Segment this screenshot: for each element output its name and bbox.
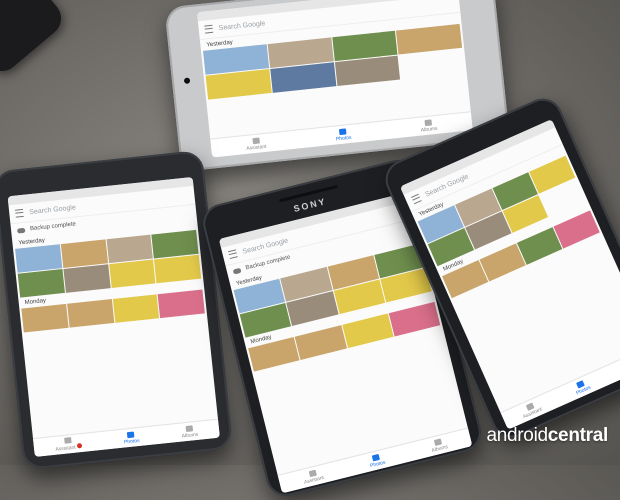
- brand-logo: SONY: [292, 196, 328, 214]
- nav-albums[interactable]: Albums: [181, 424, 199, 439]
- notification-badge: [76, 443, 83, 449]
- photo-thumbnail[interactable]: [157, 289, 205, 319]
- photo-thumbnail[interactable]: [15, 244, 63, 273]
- photo-thumbnail[interactable]: [63, 264, 111, 293]
- menu-icon[interactable]: [204, 24, 214, 34]
- photo-thumbnail[interactable]: [108, 259, 156, 289]
- bottom-nav: Assistant Photos Albums: [32, 418, 220, 457]
- photo-thumbnail[interactable]: [112, 294, 160, 323]
- photo-scene: Search Google Yesterday Assistant Photos…: [0, 0, 620, 500]
- phone-left-screen: Search Google Backup complete Yesterday …: [7, 176, 220, 457]
- photo-thumbnail[interactable]: [154, 254, 202, 284]
- photo-thumbnail[interactable]: [205, 69, 272, 100]
- menu-icon[interactable]: [411, 193, 422, 205]
- menu-icon[interactable]: [228, 249, 238, 260]
- photo-thumbnail[interactable]: [151, 229, 199, 259]
- photo-thumbnail[interactable]: [334, 55, 401, 87]
- albums-icon: [185, 424, 194, 432]
- camera-icon: [183, 77, 191, 85]
- nav-photos[interactable]: Photos: [123, 430, 140, 445]
- assistant-icon: [251, 137, 260, 144]
- photos-icon: [339, 127, 347, 135]
- nav-assistant[interactable]: Assistant: [519, 400, 543, 420]
- bottom-nav: Assistant Photos Albums: [277, 427, 473, 494]
- photo-thumbnail[interactable]: [66, 299, 114, 328]
- photo-thumbnail[interactable]: [17, 269, 65, 298]
- cloud-icon: [232, 267, 242, 275]
- androidcentral-watermark: androidcentral: [486, 425, 608, 446]
- menu-icon[interactable]: [14, 208, 24, 218]
- nav-photos[interactable]: Photos: [572, 378, 592, 396]
- nav-assistant[interactable]: Assistant: [245, 136, 267, 151]
- partial-device-corner: [0, 0, 69, 79]
- photo-thumbnail[interactable]: [60, 239, 108, 268]
- bottom-nav: Assistant Photos Albums: [500, 344, 620, 430]
- photo-thumbnail[interactable]: [396, 23, 463, 55]
- photo-thumbnail[interactable]: [270, 62, 336, 93]
- photo-thumbnail[interactable]: [106, 234, 154, 264]
- nav-photos[interactable]: Photos: [368, 452, 386, 469]
- nav-albums[interactable]: Albums: [429, 437, 449, 453]
- nav-assistant[interactable]: Assistant: [302, 468, 325, 485]
- albums-icon: [424, 118, 433, 126]
- phone-top-screen: Search Google Yesterday Assistant Photos…: [196, 0, 473, 158]
- nav-photos[interactable]: Photos: [335, 127, 352, 142]
- nav-assistant[interactable]: Assistant: [54, 436, 83, 453]
- assistant-icon: [64, 437, 72, 444]
- cloud-icon: [16, 227, 26, 234]
- search-placeholder: Search Google: [218, 19, 266, 32]
- photos-icon: [127, 430, 135, 438]
- photo-thumbnail[interactable]: [21, 303, 69, 333]
- phone-left: Search Google Backup complete Yesterday …: [0, 149, 234, 471]
- search-placeholder: Search Google: [28, 203, 77, 216]
- nav-albums[interactable]: Albums: [420, 118, 438, 133]
